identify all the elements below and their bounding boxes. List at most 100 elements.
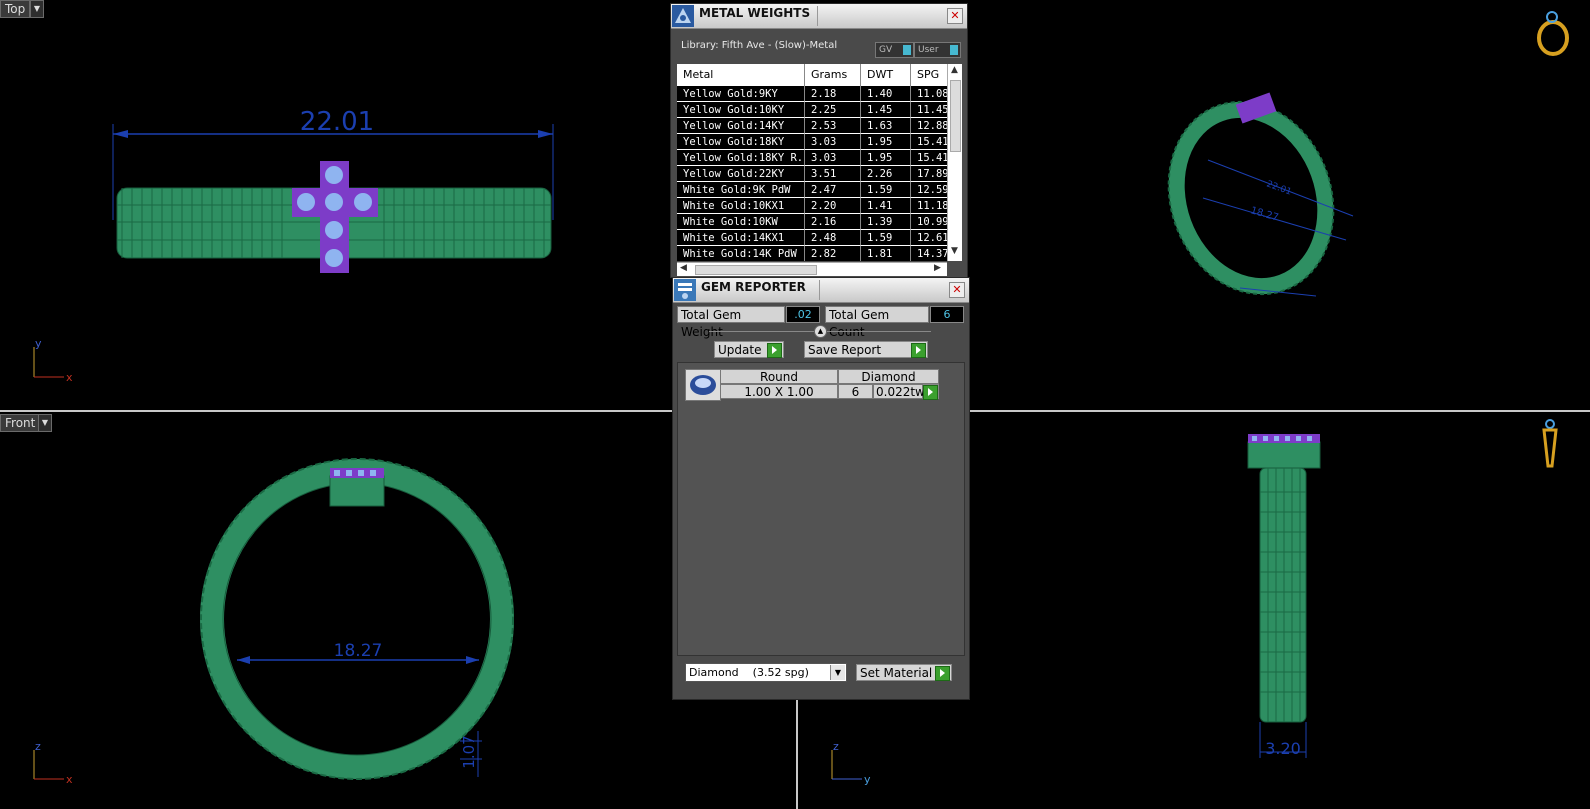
cell-grams: 2.53 (805, 118, 861, 134)
front-axis-x-label: x (66, 773, 73, 786)
gem-count-cell: 6 (838, 384, 873, 399)
ring-view-icon[interactable] (1537, 11, 1569, 56)
cell-metal: Yellow Gold:10KY (677, 102, 805, 118)
save-report-button[interactable]: Save Report (804, 341, 928, 358)
cell-metal: Yellow Gold:18KY R... (677, 150, 805, 166)
perspective-width-dimension: 22.01 (1265, 179, 1293, 197)
metal-weights-table[interactable]: Metal Grams DWT SPG Yellow Gold:9KY 2.18 1… (677, 64, 959, 261)
table-horizontal-scrollbar[interactable]: ◀ ▶ (677, 262, 947, 276)
table-row[interactable]: Yellow Gold:22KY 3.51 2.26 17.89 (677, 166, 959, 182)
cell-grams: 2.16 (805, 214, 861, 230)
table-row[interactable]: White Gold:10KX1 2.20 1.41 11.18 (677, 198, 959, 214)
cell-grams: 2.18 (805, 86, 861, 102)
pendant-view-icon[interactable] (1542, 419, 1558, 468)
metal-weights-panel[interactable]: METAL WEIGHTS ✕ Library: Fifth Ave - (Sl… (670, 3, 968, 278)
front-axis-z-label: z (35, 740, 41, 753)
cell-grams: 3.03 (805, 150, 861, 166)
side-axis-z-label: z (833, 740, 839, 753)
cell-dwt: 1.95 (861, 150, 911, 166)
side-width-dimension: 3.20 (1265, 739, 1301, 758)
cell-dwt: 1.41 (861, 198, 911, 214)
cell-metal: Yellow Gold:9KY (677, 86, 805, 102)
update-button[interactable]: Update (714, 341, 784, 358)
update-go-icon (767, 343, 782, 358)
cell-grams: 2.48 (805, 230, 861, 246)
top-axis-x-label: x (66, 371, 73, 384)
hscroll-thumb[interactable] (695, 265, 817, 275)
top-width-dimension: 22.01 (300, 107, 374, 137)
cell-grams: 3.03 (805, 134, 861, 150)
cell-metal: White Gold:10KX1 (677, 198, 805, 214)
table-row[interactable]: White Gold:10KW 2.16 1.39 10.99 (677, 214, 959, 230)
scroll-right-icon[interactable]: ▶ (934, 263, 941, 273)
gem-reporter-title: GEM REPORTER (701, 280, 806, 294)
table-row[interactable]: Yellow Gold:9KY 2.18 1.40 11.08 (677, 86, 959, 102)
scroll-up-icon[interactable]: ▲ (951, 65, 958, 75)
table-row[interactable]: Yellow Gold:18KY R... 3.03 1.95 15.41 (677, 150, 959, 166)
cell-metal: White Gold:14KX1 (677, 230, 805, 246)
gv-toggle[interactable]: GV (875, 42, 914, 58)
gem-row-go-button[interactable] (923, 384, 939, 400)
user-toggle[interactable]: User (914, 42, 961, 58)
cell-grams: 2.47 (805, 182, 861, 198)
scroll-thumb[interactable] (950, 80, 961, 152)
metal-weights-close-icon[interactable]: ✕ (947, 8, 963, 24)
perspective-diameter-dimension: 18.27 (1249, 205, 1280, 223)
set-material-go-icon (935, 666, 950, 681)
table-row[interactable]: White Gold:9K PdW 2.47 1.59 12.59 (677, 182, 959, 198)
cell-dwt: 1.59 (861, 182, 911, 198)
cell-metal: White Gold:14K PdW (677, 246, 805, 261)
column-header-metal[interactable]: Metal (677, 64, 805, 86)
material-select[interactable]: Diamond (3.52 spg) ▼ (685, 663, 847, 682)
cell-grams: 2.82 (805, 246, 861, 261)
cell-dwt: 1.40 (861, 86, 911, 102)
gem-row-go-icon (923, 385, 938, 400)
column-header-dwt[interactable]: DWT (861, 64, 911, 86)
cell-grams: 2.20 (805, 198, 861, 214)
cell-dwt: 1.59 (861, 230, 911, 246)
gem-reporter-close-icon[interactable]: ✕ (949, 282, 965, 298)
gem-list-area[interactable]: Round Diamond 1.00 X 1.00 6 0.022tw (677, 362, 965, 656)
gem-material-cell: Diamond (838, 369, 939, 384)
cell-dwt: 1.95 (861, 134, 911, 150)
material-select-chevron-icon[interactable]: ▼ (830, 665, 845, 680)
side-axis-y-label: y (864, 773, 871, 786)
total-gem-count-label: Total Gem Count (825, 306, 929, 339)
metal-weights-icon (672, 5, 694, 27)
round-gem-icon (685, 369, 721, 401)
metal-weights-titlebar[interactable]: METAL WEIGHTS ✕ (671, 4, 967, 29)
library-label: Library: Fifth Ave - (Slow)-Metal (681, 40, 838, 51)
gem-shape-cell: Round (720, 369, 838, 384)
table-row[interactable]: Yellow Gold:10KY 2.25 1.45 11.45 (677, 102, 959, 118)
top-axis-y-label: y (35, 337, 42, 350)
cell-grams: 3.51 (805, 166, 861, 182)
metal-weights-title: METAL WEIGHTS (699, 6, 811, 20)
column-header-grams[interactable]: Grams (805, 64, 861, 86)
cell-metal: White Gold:9K PdW (677, 182, 805, 198)
set-material-button[interactable]: Set Material (856, 664, 952, 681)
scroll-down-icon[interactable]: ▼ (951, 246, 958, 256)
collapse-icon[interactable]: ▲ (814, 325, 827, 338)
cell-metal: Yellow Gold:18KY (677, 134, 805, 150)
gem-weight-cell: 0.022tw (873, 384, 925, 399)
total-gem-count-value: 6 (930, 306, 964, 323)
cell-dwt: 1.39 (861, 214, 911, 230)
cell-dwt: 1.81 (861, 246, 911, 261)
scroll-left-icon[interactable]: ◀ (680, 263, 687, 273)
table-row[interactable]: White Gold:14K PdW 2.82 1.81 14.37 (677, 246, 959, 261)
save-report-go-icon (911, 343, 926, 358)
front-thickness-dimension: 1.07 (460, 735, 478, 768)
total-gem-weight-value: .02 (786, 306, 820, 323)
table-row[interactable]: White Gold:14KX1 2.48 1.59 12.61 (677, 230, 959, 246)
table-vertical-scrollbar[interactable]: ▲ ▼ (947, 64, 962, 261)
gem-reporter-panel[interactable]: GEM REPORTER ✕ Total Gem Weight .02 Tota… (672, 277, 970, 700)
cell-metal: White Gold:10KW (677, 214, 805, 230)
cell-dwt: 2.26 (861, 166, 911, 182)
gem-reporter-titlebar[interactable]: GEM REPORTER ✕ (673, 278, 969, 303)
table-row[interactable]: Yellow Gold:14KY 2.53 1.63 12.88 (677, 118, 959, 134)
table-row[interactable]: Yellow Gold:18KY 3.03 1.95 15.41 (677, 134, 959, 150)
table-header: Metal Grams DWT SPG (677, 64, 959, 86)
cell-metal: Yellow Gold:14KY (677, 118, 805, 134)
cell-metal: Yellow Gold:22KY (677, 166, 805, 182)
front-diameter-dimension: 18.27 (334, 641, 383, 661)
